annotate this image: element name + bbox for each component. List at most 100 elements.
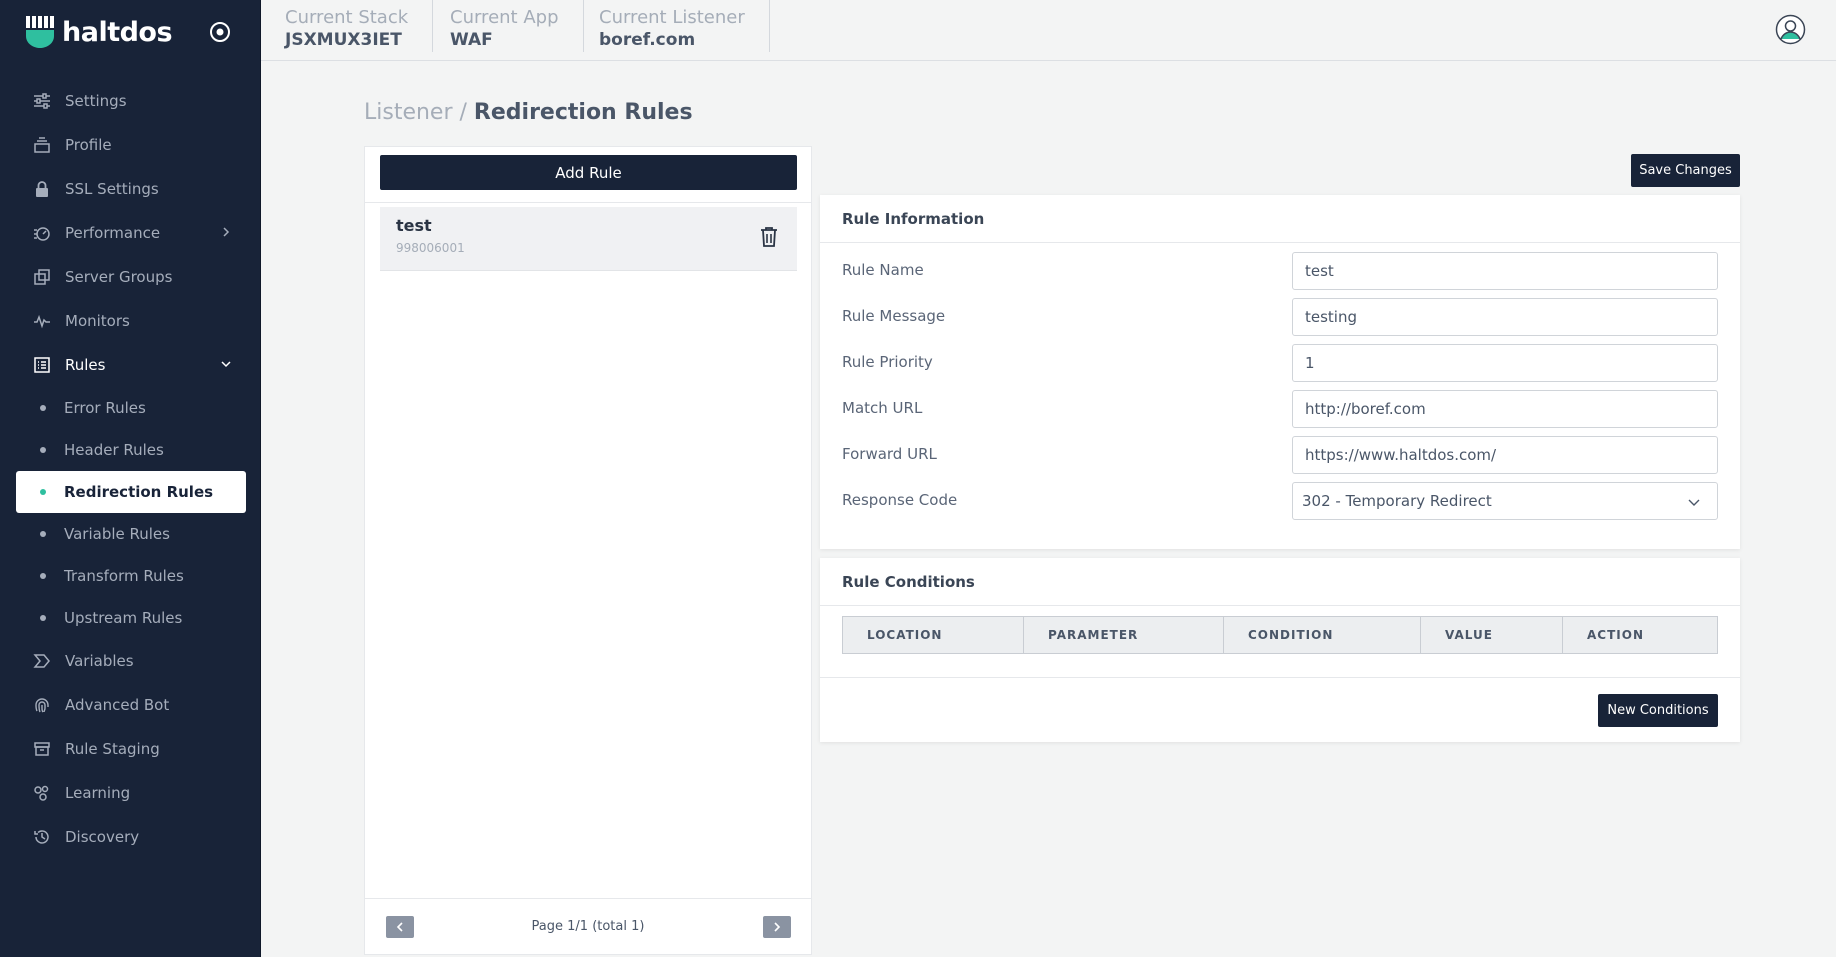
sidebar-item-performance[interactable]: Performance — [16, 211, 246, 255]
sidebar-item-variables[interactable]: Variables — [16, 639, 246, 683]
rule-information-title: Rule Information — [820, 195, 1740, 243]
page-title-text: Redirection Rules — [473, 100, 693, 125]
sidebar-item-label: Profile — [65, 136, 112, 154]
sidebar-subitem-variable-rules[interactable]: Variable Rules — [16, 513, 246, 555]
brand[interactable]: haltdos — [26, 14, 173, 50]
current-stack-value: JSXMUX3IET — [285, 30, 402, 50]
forward-url-input[interactable] — [1292, 436, 1718, 474]
sidebar-item-label: Learning — [65, 784, 131, 802]
forward-url-label: Forward URL — [842, 445, 937, 463]
sidebar-item-label: Error Rules — [64, 399, 146, 417]
sidebar-item-label: Rule Staging — [65, 740, 160, 758]
sidebar-item-label: SSL Settings — [65, 180, 159, 198]
target-icon[interactable] — [208, 20, 232, 44]
sidebar-item-ssl-settings[interactable]: SSL Settings — [16, 167, 246, 211]
current-listener[interactable]: Current Listener boref.com — [575, 0, 770, 52]
rule-name-input[interactable] — [1292, 252, 1718, 290]
column-header-value: VALUE — [1421, 617, 1563, 653]
new-conditions-button[interactable]: New Conditions — [1598, 694, 1718, 727]
sidebar-item-label: Variables — [65, 652, 134, 670]
brand-name: haltdos — [62, 16, 173, 48]
rule-name-label: Rule Name — [842, 261, 924, 279]
current-app[interactable]: Current App WAF — [426, 0, 584, 52]
sidebar-item-rule-staging[interactable]: Rule Staging — [16, 727, 246, 771]
match-url-input[interactable] — [1292, 390, 1718, 428]
sidebar-subitem-error-rules[interactable]: Error Rules — [16, 387, 246, 429]
conditions-table-header: LOCATION PARAMETER CONDITION VALUE ACTIO… — [842, 616, 1718, 654]
rule-conditions-card: Rule Conditions LOCATION PARAMETER CONDI… — [820, 558, 1740, 742]
sidebar-item-rules[interactable]: Rules — [16, 343, 246, 387]
bullet-icon — [40, 615, 46, 621]
bullet-icon — [40, 447, 46, 453]
sidebar-item-settings[interactable]: Settings — [16, 79, 246, 123]
sidebar-item-label: Rules — [65, 356, 106, 374]
sidebar: haltdos Settings Profile SSL Settings Pe… — [0, 0, 261, 957]
breadcrumb[interactable]: Listener / — [364, 100, 467, 125]
fingerprint-icon — [32, 695, 52, 715]
sidebar-item-server-groups[interactable]: Server Groups — [16, 255, 246, 299]
rules-list-panel: Add Rule test 998006001 Page 1/1 (total … — [364, 146, 812, 955]
chevron-right-icon — [223, 227, 230, 237]
rule-priority-input[interactable] — [1292, 344, 1718, 382]
sigma-icon — [32, 651, 52, 671]
current-stack-label: Current Stack — [285, 7, 409, 28]
sidebar-item-monitors[interactable]: Monitors — [16, 299, 246, 343]
sidebar-item-label: Settings — [65, 92, 127, 110]
rule-message-label: Rule Message — [842, 307, 946, 325]
trash-icon[interactable] — [759, 226, 779, 248]
archive-icon — [32, 739, 52, 759]
column-header-action: ACTION — [1587, 628, 1644, 642]
bullet-icon — [40, 489, 46, 495]
sidebar-item-label: Discovery — [65, 828, 140, 846]
sidebar-subitem-transform-rules[interactable]: Transform Rules — [16, 555, 246, 597]
rule-message-input[interactable] — [1292, 298, 1718, 336]
current-listener-label: Current Listener — [599, 7, 745, 28]
column-header-location: LOCATION — [843, 617, 1024, 653]
response-code-row: Response Code 302 - Temporary Redirect — [842, 482, 1718, 520]
add-rule-button[interactable]: Add Rule — [380, 155, 797, 190]
sidebar-item-label: Upstream Rules — [64, 609, 183, 627]
list-item[interactable]: test 998006001 — [380, 207, 797, 271]
rule-priority-row: Rule Priority — [842, 344, 1718, 382]
sidebar-item-learning[interactable]: Learning — [16, 771, 246, 815]
column-header-parameter: PARAMETER — [1024, 617, 1224, 653]
sidebar-subitem-upstream-rules[interactable]: Upstream Rules — [16, 597, 246, 639]
sidebar-item-label: Redirection Rules — [64, 483, 214, 501]
haltdos-logo-icon — [26, 16, 54, 48]
user-avatar-icon[interactable] — [1775, 14, 1806, 45]
match-url-label: Match URL — [842, 399, 923, 417]
sidebar-item-label: Monitors — [65, 312, 130, 330]
lock-icon — [32, 179, 52, 199]
sidebar-item-label: Advanced Bot — [65, 696, 170, 714]
history-icon — [32, 827, 52, 847]
bullet-icon — [40, 531, 46, 537]
gauge-icon — [32, 223, 52, 243]
save-changes-button[interactable]: Save Changes — [1631, 154, 1740, 187]
sliders-icon — [32, 91, 52, 111]
sidebar-item-advanced-bot[interactable]: Advanced Bot — [16, 683, 246, 727]
sidebar-item-discovery[interactable]: Discovery — [16, 815, 246, 859]
divider — [820, 677, 1740, 678]
current-app-value: WAF — [450, 30, 493, 50]
response-code-value: 302 - Temporary Redirect — [1302, 492, 1492, 510]
current-stack[interactable]: Current Stack JSXMUX3IET — [261, 0, 434, 52]
page-indicator: Page 1/1 (total 1) — [531, 919, 645, 934]
sidebar-item-profile[interactable]: Profile — [16, 123, 246, 167]
rule-id: 998006001 — [396, 241, 465, 255]
forward-url-row: Forward URL — [842, 436, 1718, 474]
rule-name-row: Rule Name — [842, 252, 1718, 290]
page-title: Listener / Redirection Rules — [364, 100, 693, 125]
sidebar-item-label: Server Groups — [65, 268, 173, 286]
response-code-select[interactable]: 302 - Temporary Redirect — [1292, 482, 1718, 520]
bullet-icon — [40, 405, 46, 411]
next-page-button[interactable] — [763, 916, 791, 938]
list-icon — [32, 355, 52, 375]
sidebar-item-label: Variable Rules — [64, 525, 170, 543]
chevron-down-icon — [1688, 499, 1700, 506]
sidebar-subitem-header-rules[interactable]: Header Rules — [16, 429, 246, 471]
sidebar-subitem-redirection-rules[interactable]: Redirection Rules — [16, 471, 246, 513]
chevron-right-icon — [774, 922, 781, 932]
top-header: Current Stack JSXMUX3IET Current App WAF… — [261, 0, 1836, 61]
match-url-row: Match URL — [842, 390, 1718, 428]
rule-message-row: Rule Message — [842, 298, 1718, 336]
